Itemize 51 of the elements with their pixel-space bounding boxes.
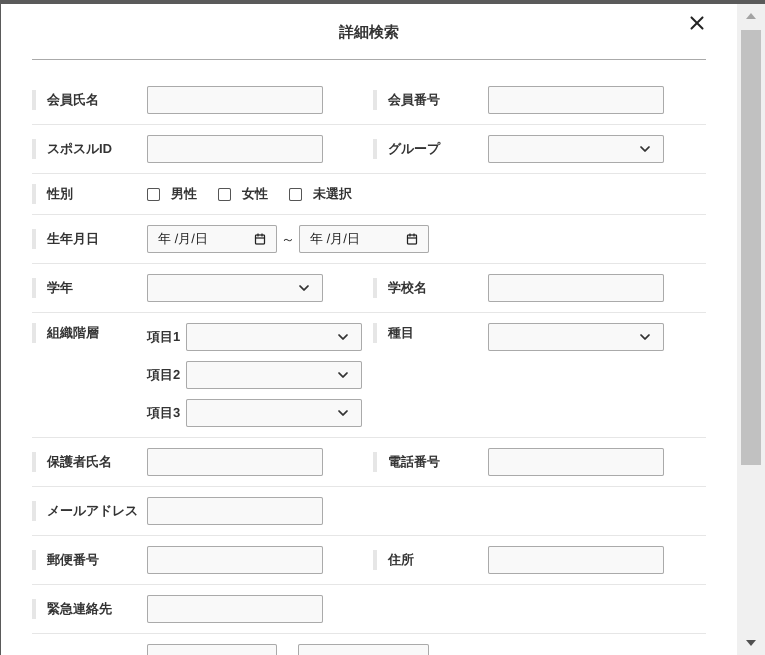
field-label: 住所: [388, 551, 414, 569]
field-label: 学校名: [388, 279, 427, 297]
checkbox[interactable]: [289, 188, 302, 200]
select-field[interactable]: [147, 274, 323, 302]
select-field[interactable]: [186, 361, 362, 389]
scroll-up-icon[interactable]: [746, 13, 756, 19]
text-field[interactable]: [488, 86, 664, 114]
checkbox-label: 未選択: [313, 185, 352, 204]
scroll-down-icon[interactable]: [746, 640, 756, 646]
field-label: 電話番号: [388, 453, 440, 471]
text-field[interactable]: [488, 274, 664, 302]
text-field[interactable]: [147, 595, 323, 623]
field-label: 会員番号: [388, 91, 440, 109]
calendar-icon: [254, 233, 266, 245]
field-label: 会員氏名: [47, 91, 99, 109]
field-label: スポスルID: [47, 140, 112, 158]
text-field[interactable]: [147, 86, 323, 114]
field-label: 生年月日: [47, 230, 99, 248]
date-field[interactable]: 年 /月/日: [299, 225, 429, 253]
text-field[interactable]: [488, 546, 664, 574]
checkbox-label: 男性: [171, 185, 197, 204]
field-label: 緊急連絡先: [47, 600, 112, 618]
sub-label: 項目2: [147, 366, 182, 384]
field-label: 保護者氏名: [47, 453, 112, 471]
checkbox[interactable]: [218, 188, 231, 200]
scrollbar[interactable]: [737, 4, 765, 655]
text-field[interactable]: [147, 497, 323, 525]
field-label: メールアドレス: [47, 502, 138, 520]
date-field[interactable]: 年 /月/日: [147, 225, 277, 253]
select-field[interactable]: [488, 135, 664, 163]
text-field[interactable]: [147, 546, 323, 574]
text-field[interactable]: [147, 448, 323, 476]
select-field[interactable]: [186, 399, 362, 427]
sub-label: 項目1: [147, 328, 182, 346]
scrollbar-thumb[interactable]: [741, 30, 761, 465]
field-label: 学年: [47, 279, 73, 297]
field-label: 組織階層: [47, 324, 99, 342]
select-field[interactable]: [186, 323, 362, 351]
text-field[interactable]: [147, 135, 323, 163]
field-label: 種目: [388, 324, 414, 342]
select-field[interactable]: [488, 323, 664, 351]
calendar-icon: [406, 233, 418, 245]
checkbox[interactable]: [147, 188, 160, 200]
range-separator: ～: [281, 230, 295, 248]
field-label: 性別: [47, 185, 73, 203]
checkbox-label: 女性: [242, 185, 268, 204]
field-label: グループ: [388, 140, 440, 158]
dialog-title: 詳細検索: [339, 23, 399, 44]
field-label: 郵便番号: [47, 551, 99, 569]
sub-label: 項目3: [147, 404, 182, 422]
text-field[interactable]: [488, 448, 664, 476]
